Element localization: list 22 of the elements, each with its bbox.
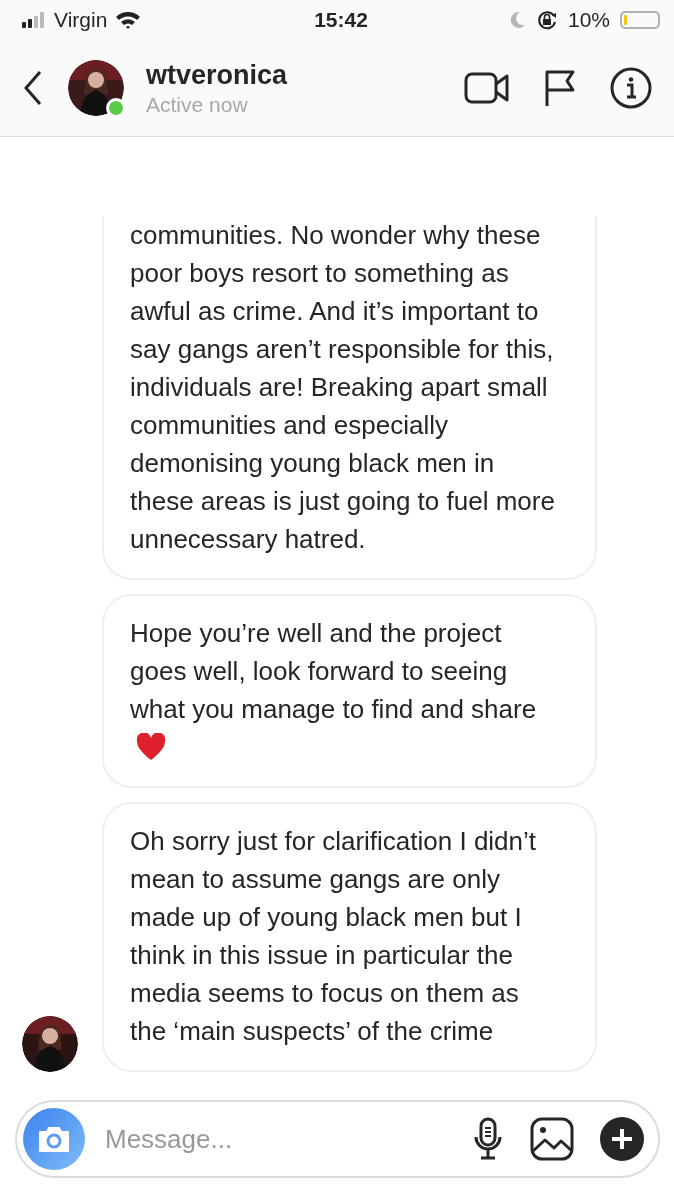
message-field[interactable]: Message... <box>103 1122 454 1156</box>
info-icon[interactable] <box>610 67 652 109</box>
battery-percent: 10% <box>567 8 610 32</box>
image-icon[interactable] <box>530 1117 574 1161</box>
rotation-lock-icon <box>535 9 558 31</box>
battery-icon <box>620 11 660 29</box>
message-bubble: Hope you’re well and the project goes well, look forward to seeing what you manage to find and share <box>102 594 597 788</box>
message-bubble: Oh sorry just for clarification I didn’t mean to assume gangs are only made up of young black men but I think in this issue in particular the media seems to focus on them as the ‘main suspects’ of the crime <box>102 802 597 1072</box>
active-status: Active now <box>146 92 249 117</box>
moon-icon <box>509 11 526 29</box>
video-camera-icon[interactable] <box>464 71 510 105</box>
add-icon[interactable] <box>600 1117 644 1161</box>
message-bubble: communities. No wonder why these poor boys resort to something as awful as crime. And it’s important to say gangs aren’t responsible for this, individuals are! Breaking apart small communities and especially demonising young black men in these areas is just going to fuel more unnecessary hatred. <box>102 216 597 580</box>
microphone-icon[interactable] <box>472 1117 504 1161</box>
clock-time: 15:42 <box>314 8 368 32</box>
camera-icon <box>37 1125 71 1153</box>
wifi-icon <box>115 11 142 29</box>
carrier-name: Virgin <box>54 8 108 32</box>
signal-icon <box>22 12 46 28</box>
flag-icon[interactable] <box>544 69 576 107</box>
username[interactable]: wtveronica <box>146 59 442 91</box>
camera-button[interactable] <box>23 1108 85 1170</box>
